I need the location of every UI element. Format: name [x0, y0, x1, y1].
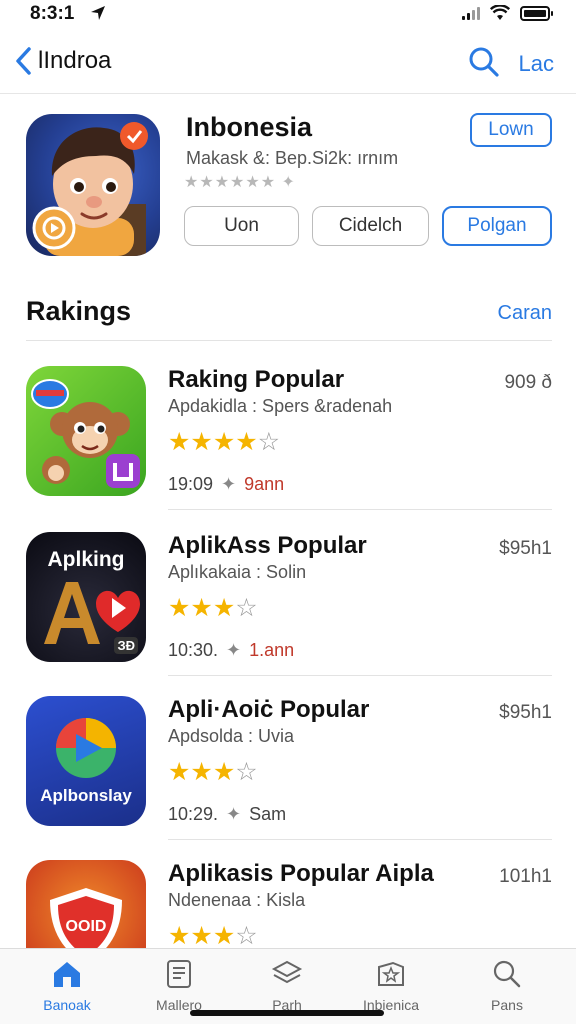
wifi-icon: [490, 5, 510, 20]
item-meta-value: 1.ann: [249, 640, 295, 660]
app-icon[interactable]: [26, 366, 146, 496]
item-subtitle: Ndenenaa : Kisla: [168, 890, 306, 910]
item-title: AplikAss Popular: [168, 532, 367, 559]
item-subtitle: Apdakidla : Spers &radenah: [168, 396, 393, 416]
item-size: 101h1: [499, 866, 552, 887]
home-indicator[interactable]: [190, 1010, 384, 1016]
app-icon-text: OOID: [65, 918, 107, 935]
list-item[interactable]: Aplking ЗƉ AplikAss Popular Aplıkakaia :…: [0, 510, 576, 676]
star-card-icon: [378, 961, 404, 986]
tab-label: Banoak: [43, 997, 91, 1013]
featured-app-subtitle: Makask &: Bep.Si2k: ırnım: [186, 148, 399, 168]
item-meta: 10:30. ✦ 1.ann: [168, 640, 294, 661]
get-button[interactable]: Lown: [470, 113, 552, 147]
search-button[interactable]: [468, 46, 500, 83]
status-icons: [462, 5, 553, 21]
nav-bar: lIndroa Lac: [0, 38, 576, 94]
pill-button-3[interactable]: Polgan: [442, 206, 552, 246]
item-subtitle: Apdsolda : Uvia: [168, 726, 295, 746]
play-triangle-icon: [56, 718, 116, 778]
cartoon-boy-illustration: [32, 122, 148, 256]
monkey-illustration: [31, 379, 140, 488]
chevron-left-icon: [16, 47, 31, 75]
divider: [26, 340, 552, 341]
see-all-link[interactable]: Caran: [498, 302, 552, 325]
tab-search[interactable]: Pans: [462, 959, 552, 1013]
item-rating: ★★★★☆: [168, 428, 281, 456]
item-size: $95h1: [499, 538, 552, 559]
section-title: Rakings: [26, 296, 132, 326]
item-title: Apli·Aoiċ Popular: [168, 696, 370, 723]
back-label: lIndroa: [38, 47, 112, 74]
item-meta: 19:09 ✦ 9ann: [168, 474, 284, 495]
status-bar: 8:3:1: [0, 0, 576, 28]
list-item[interactable]: Aplbonslay Apli·Aoiċ Popular Apdsolda : …: [0, 674, 576, 840]
item-meta-value: 9ann: [244, 474, 285, 494]
home-icon: [54, 962, 80, 987]
pill-button-2[interactable]: Cidelch: [312, 206, 429, 246]
tab-document[interactable]: Mallero: [134, 959, 224, 1013]
location-arrow-icon: [91, 6, 105, 20]
app-icon-text: Aplbonslay: [40, 786, 132, 805]
featured-app-icon[interactable]: [26, 114, 160, 256]
search-icon: [493, 960, 521, 988]
featured-app-rating: ★★★★★★ ✦: [184, 174, 296, 191]
item-rating: ★★★☆: [168, 922, 258, 950]
tab-home[interactable]: Banoak: [22, 959, 112, 1013]
app-icon-badge: ЗƉ: [114, 637, 138, 654]
app-icon[interactable]: Aplbonslay: [26, 696, 146, 826]
item-meta-value: Sam: [249, 804, 287, 824]
tab-label: Pans: [491, 997, 523, 1013]
battery-icon: [520, 5, 553, 21]
pin-icon: ✦: [226, 640, 242, 660]
item-rating: ★★★☆: [168, 594, 258, 622]
item-meta: 10:29. ✦ Sam: [168, 804, 286, 825]
featured-app: Inbonesia Makask &: Bep.Si2k: ırnım ★★★★…: [0, 96, 576, 276]
item-subtitle: Aplıkakaia : Solin: [168, 562, 307, 582]
list-item[interactable]: Raking Popular Apdakidla : Spers &radena…: [0, 344, 576, 510]
pin-icon: ✦: [221, 474, 237, 494]
item-rating: ★★★☆: [168, 758, 258, 786]
pill-button-1[interactable]: Uon: [184, 206, 299, 246]
pin-icon: ✦: [226, 804, 242, 824]
item-title: Raking Popular: [168, 366, 345, 393]
item-title: Aplikasis Popular Aipla: [168, 860, 434, 887]
signal-icon: [462, 6, 480, 20]
item-size: 909 ð: [504, 372, 552, 393]
nav-right-link[interactable]: Lac: [519, 51, 554, 77]
item-time: 10:30.: [168, 640, 219, 660]
search-icon: [469, 47, 499, 77]
item-size: $95h1: [499, 702, 552, 723]
featured-app-title: Inbonesia: [186, 112, 313, 142]
item-time: 10:29.: [168, 804, 219, 824]
item-time: 19:09: [168, 474, 214, 494]
stack-icon: [271, 960, 303, 984]
app-icon[interactable]: Aplking ЗƉ: [26, 532, 146, 662]
tab-stack[interactable]: Parh: [242, 959, 332, 1013]
document-icon: [167, 960, 191, 988]
status-time: 8:3:1: [30, 3, 75, 24]
tab-featured[interactable]: Inbienica: [346, 959, 436, 1013]
back-button[interactable]: lIndroa: [14, 46, 111, 76]
